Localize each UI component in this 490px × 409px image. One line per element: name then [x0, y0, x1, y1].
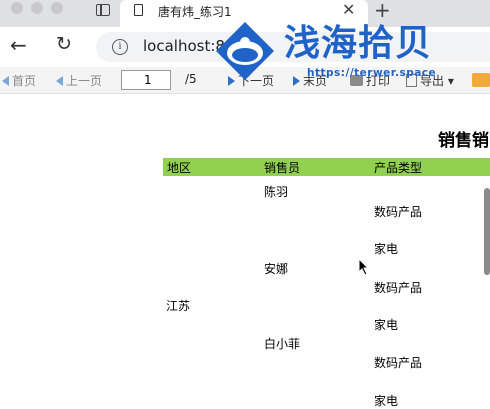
last-page-icon — [293, 76, 300, 86]
info-icon[interactable]: i — [112, 39, 128, 55]
vertical-scrollbar[interactable] — [484, 188, 490, 275]
column-header-salesperson: 销售员 — [264, 161, 301, 175]
first-page-button[interactable]: 首页 — [2, 72, 36, 89]
close-window-button[interactable] — [11, 2, 23, 14]
mouse-cursor-icon — [358, 258, 370, 276]
report-title: 销售销 — [438, 131, 489, 151]
column-header-product-type: 产品类型 — [374, 161, 423, 175]
salesperson-cell: 白小菲 — [264, 337, 301, 351]
prev-page-icon — [56, 76, 63, 86]
region-cell: 江苏 — [166, 299, 191, 313]
chevron-down-icon: ▾ — [447, 74, 454, 88]
reload-icon[interactable]: ↻ — [56, 33, 72, 55]
page-icon — [134, 4, 143, 16]
salesperson-cell: 陈羽 — [264, 185, 289, 199]
page-number-input[interactable]: 1 — [121, 70, 171, 90]
minimize-window-button[interactable] — [31, 2, 43, 14]
tab-title: 唐有炜_练习1 — [158, 5, 232, 19]
watermark-url: https://terwer.space — [307, 67, 437, 79]
tab-actions-icon[interactable] — [96, 4, 110, 16]
salesperson-cell: 安娜 — [264, 262, 289, 276]
maximize-window-button[interactable] — [51, 2, 63, 14]
watermark-text: 浅海拾贝 — [284, 23, 433, 64]
product-type-cell: 家电 — [374, 242, 399, 256]
first-page-label: 首页 — [12, 74, 37, 88]
watermark-logo — [216, 22, 274, 80]
back-icon[interactable]: ← — [10, 33, 27, 57]
table-header: 地区 销售员 产品类型 — [163, 158, 490, 176]
product-type-cell: 数码产品 — [374, 356, 423, 370]
product-type-cell: 家电 — [374, 318, 399, 332]
product-type-cell: 数码产品 — [374, 281, 423, 295]
prev-page-label: 上一页 — [66, 74, 103, 88]
product-type-cell: 数码产品 — [374, 205, 423, 219]
mail-icon[interactable] — [472, 73, 490, 87]
first-page-icon — [2, 76, 9, 86]
prev-page-button[interactable]: 上一页 — [56, 72, 102, 89]
column-header-region: 地区 — [167, 161, 192, 175]
page-total: /5 — [185, 72, 197, 86]
